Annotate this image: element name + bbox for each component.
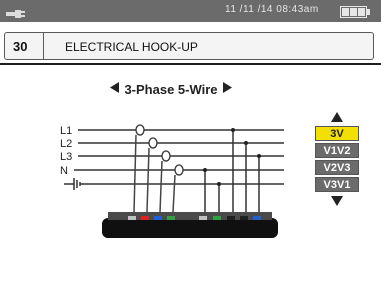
- screen-code: 30: [13, 39, 28, 54]
- probe-plug: [167, 216, 175, 220]
- junction-dot: [217, 182, 221, 186]
- selector-option-3v[interactable]: 3V: [315, 126, 359, 141]
- line-label-n: N: [60, 165, 68, 177]
- wiring-diagram: L1 L2 L3 N: [60, 108, 290, 265]
- clamp-l2: [148, 137, 158, 149]
- triangle-down-icon[interactable]: [312, 194, 362, 208]
- probe-plug: [199, 216, 207, 220]
- power-plug-icon: [6, 6, 30, 24]
- voltage-selector[interactable]: 3V V1V2 V2V3 V3V1: [312, 110, 362, 208]
- selector-option-v2v3[interactable]: V2V3: [315, 160, 359, 175]
- junction-dot: [244, 141, 248, 145]
- selector-option-v1v2[interactable]: V1V2: [315, 143, 359, 158]
- page-title: ELECTRICAL HOOK-UP: [65, 40, 198, 54]
- clamp-l3: [161, 150, 171, 162]
- clamp-lead-l3: [159, 160, 163, 213]
- line-label-l3: L3: [60, 151, 72, 163]
- probe-plug: [253, 216, 261, 220]
- junction-dot: [203, 168, 207, 172]
- probe-plug: [154, 216, 162, 220]
- hookup-mode-selector[interactable]: 3-Phase 5-Wire: [110, 80, 232, 98]
- line-label-l2: L2: [60, 138, 72, 150]
- status-bar: 11 /11 /14 08:43am: [0, 0, 381, 22]
- header-divider: [43, 33, 44, 59]
- datetime-readout: 11 /11 /14 08:43am: [225, 4, 319, 15]
- triangle-right-icon[interactable]: [223, 80, 232, 98]
- clamp-n: [174, 164, 184, 176]
- hookup-mode-label: 3-Phase 5-Wire: [124, 81, 218, 97]
- junction-dot: [257, 154, 261, 158]
- selector-option-v3v1[interactable]: V3V1: [315, 177, 359, 192]
- battery-icon: [340, 5, 370, 23]
- instrument-graphic: [102, 212, 278, 238]
- junction-dot: [231, 128, 235, 132]
- probe-plug: [128, 216, 136, 220]
- screen-header: 30 ELECTRICAL HOOK-UP: [4, 32, 374, 60]
- probe-plug: [141, 216, 149, 220]
- probe-plug: [227, 216, 235, 220]
- clamp-lead-n: [172, 174, 176, 213]
- probe-plug: [213, 216, 221, 220]
- probe-plug: [240, 216, 248, 220]
- clamp-l1: [135, 124, 145, 136]
- header-divider-line: [0, 63, 381, 65]
- screen: 11 /11 /14 08:43am 30 ELECTRICAL HOOK-UP…: [0, 0, 381, 289]
- triangle-left-icon[interactable]: [110, 80, 119, 98]
- ground-symbol-icon: [64, 178, 81, 190]
- line-label-l1: L1: [60, 125, 72, 137]
- selector-options: 3V V1V2 V2V3 V3V1: [312, 126, 362, 192]
- clamp-lead-l1: [133, 134, 137, 213]
- wiring-diagram-graphic: L1 L2 L3 N: [60, 124, 284, 238]
- clamp-lead-l2: [146, 147, 150, 213]
- triangle-up-icon[interactable]: [312, 110, 362, 124]
